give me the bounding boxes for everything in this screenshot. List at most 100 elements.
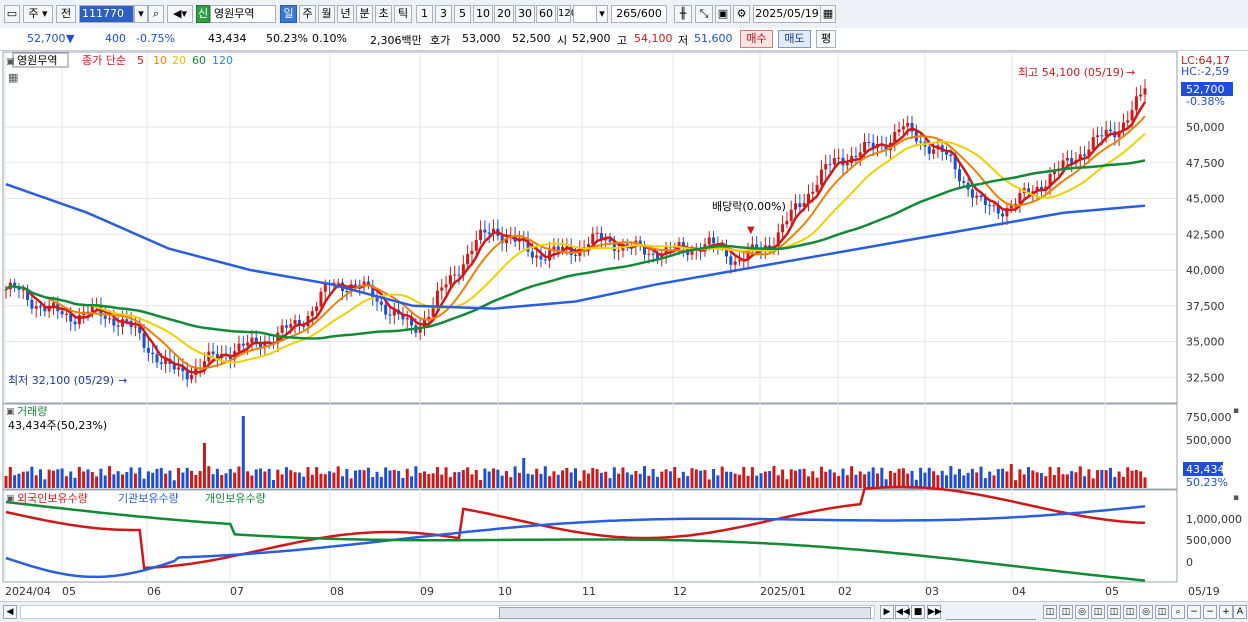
tool-icon-1[interactable]: ◫	[1043, 605, 1057, 619]
period-minute[interactable]: 분	[356, 5, 373, 23]
tool-icon-8[interactable]: ◫	[1155, 605, 1169, 619]
interval-10[interactable]: 10	[473, 5, 493, 23]
volume-bar	[504, 471, 508, 488]
layout-icon[interactable]: ▭	[4, 5, 20, 23]
search-icon[interactable]: ⌕	[148, 5, 164, 23]
tool-icon-3[interactable]: ◎	[1075, 605, 1089, 619]
evaluate-button[interactable]: 평	[816, 30, 836, 48]
interval-1[interactable]: 1	[416, 5, 433, 23]
scroll-thumb[interactable]	[499, 607, 871, 619]
volume-bar	[8, 467, 12, 488]
panel-menu-icon[interactable]: ▣	[6, 57, 15, 67]
stock-name[interactable]: 영원무역	[210, 5, 276, 23]
candle-body	[824, 164, 828, 170]
rewind-icon[interactable]: ◀◀	[895, 605, 910, 619]
candle-body	[712, 237, 716, 244]
prev-button[interactable]: 전	[56, 5, 76, 23]
volume-bar	[112, 474, 116, 488]
candle-body	[246, 342, 250, 346]
volume-bar	[207, 466, 211, 488]
stock-code-input[interactable]: 111770	[79, 5, 134, 23]
sell-button[interactable]: 매도	[778, 30, 811, 48]
volume-panel-close-icon[interactable]: ▪	[1233, 406, 1239, 416]
candle-body	[448, 275, 452, 285]
candle-body	[957, 169, 961, 182]
candle-body	[586, 244, 590, 248]
count-display[interactable]: 265/600	[611, 5, 667, 23]
candle-body	[781, 224, 785, 233]
volume-bar	[220, 475, 224, 488]
interval-120[interactable]: 120	[557, 5, 577, 23]
calendar-icon[interactable]: ▦	[820, 5, 836, 23]
candle-body	[405, 318, 409, 320]
flow-panel-close-icon[interactable]: ▪	[1233, 493, 1239, 503]
chart-area[interactable]: ▣ 영원무역 종가 단순 5 10 20 60 120 ▦ 최고 54,100 …	[0, 50, 1248, 601]
scroll-track[interactable]	[20, 605, 875, 619]
candle-body	[280, 325, 284, 333]
tool-icon-5[interactable]: ◫	[1107, 605, 1121, 619]
font-size-icon[interactable]: A	[1233, 605, 1247, 619]
tool-icon-2[interactable]: ◫	[1059, 605, 1073, 619]
volume-bar	[897, 468, 901, 488]
market-select[interactable]: 주 ▾	[23, 5, 53, 23]
candle-body	[146, 347, 150, 353]
zoom-in-icon[interactable]: +	[1219, 605, 1233, 619]
price-axis-tick: 45,000	[1186, 193, 1225, 206]
search-zoom-icon[interactable]: ⌕	[1171, 605, 1185, 619]
tool-icon-6[interactable]: ◫	[1123, 605, 1137, 619]
volume-bar	[578, 480, 582, 488]
period-tick[interactable]: 틱	[394, 5, 412, 23]
speaker-icon[interactable]: ◀▾	[167, 5, 193, 23]
scroll-bar[interactable]: ◀ ▶ ◀◀ ■ ▶▶ ◫ ◫ ◎ ◫ ◫ ◫ ◎ ◫ ⌕ − − + A	[0, 601, 1248, 622]
period-week[interactable]: 주	[299, 5, 316, 23]
crosshair-icon[interactable]: ⤡	[695, 5, 713, 23]
tool-icon-4[interactable]: ◫	[1091, 605, 1105, 619]
period-year[interactable]: 년	[337, 5, 354, 23]
volume-bar	[643, 466, 647, 488]
volume-panel-menu-icon[interactable]: ▣	[6, 407, 15, 417]
volume-bar	[190, 470, 194, 488]
candle-body	[241, 343, 245, 346]
volume-bar	[850, 466, 854, 488]
scroll-right-icon[interactable]: ▶	[880, 605, 894, 619]
interval-5[interactable]: 5	[454, 5, 471, 23]
interval-30[interactable]: 30	[515, 5, 535, 23]
zoom-minus-icon[interactable]: −	[1203, 605, 1217, 619]
stop-icon[interactable]: ■	[911, 605, 925, 619]
time-axis-label: 04	[1012, 585, 1026, 598]
scroll-left-icon[interactable]: ◀	[3, 605, 17, 619]
interval-3[interactable]: 3	[435, 5, 452, 23]
volume-bar	[604, 471, 608, 488]
buy-button[interactable]: 매수	[740, 30, 773, 48]
volume-bar	[457, 472, 461, 488]
volume-bar	[750, 467, 754, 488]
candle-settings-icon[interactable]: ╫	[674, 5, 692, 23]
candle-body	[863, 142, 867, 153]
interval-dropdown-icon[interactable]: ▾	[596, 5, 608, 23]
fast-forward-icon[interactable]: ▶▶	[927, 605, 942, 619]
interval-20[interactable]: 20	[494, 5, 514, 23]
zoom-slider[interactable]	[946, 605, 1036, 620]
chart-toolbar: ▭ 주 ▾ 전 111770 ▾ ⌕ ◀▾ 신 영원무역 일 주 월 년 분 초…	[0, 0, 1248, 29]
open-label: 시	[557, 34, 568, 47]
code-dropdown-icon[interactable]: ▾	[134, 5, 148, 23]
volume-bar	[863, 474, 867, 488]
save-icon[interactable]: ▣	[715, 5, 731, 23]
flow-panel-menu-icon[interactable]: ▣	[6, 494, 15, 504]
time-axis-label: 2025/01	[760, 585, 806, 598]
gear-icon[interactable]: ⚙	[733, 5, 750, 23]
volume-bar	[962, 475, 966, 488]
zoom-out-icon[interactable]: −	[1187, 605, 1201, 619]
volume-bar	[414, 466, 418, 488]
calculator-icon[interactable]: ▦	[8, 71, 18, 84]
volume-bar	[599, 472, 603, 488]
interval-60[interactable]: 60	[536, 5, 556, 23]
period-day[interactable]: 일	[280, 5, 297, 23]
period-second[interactable]: 초	[375, 5, 392, 23]
period-month[interactable]: 월	[318, 5, 335, 23]
volume-bar	[397, 470, 401, 488]
date-input[interactable]: 2025/05/19	[753, 5, 821, 23]
volume-bar	[586, 473, 590, 488]
volume-bar	[595, 469, 599, 488]
tool-icon-7[interactable]: ◎	[1139, 605, 1153, 619]
